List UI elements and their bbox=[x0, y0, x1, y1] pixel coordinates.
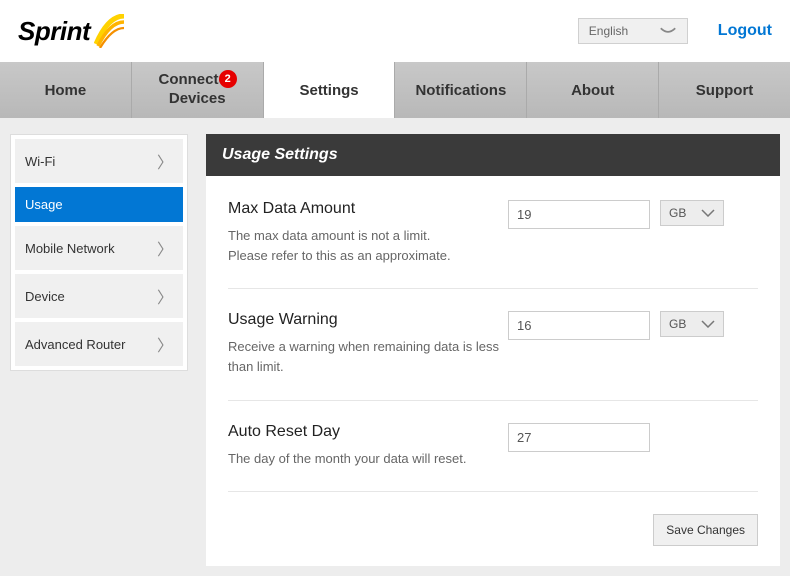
sidebar-item-usage[interactable]: Usage〉 bbox=[15, 187, 183, 222]
content-title: Usage Settings bbox=[206, 134, 780, 176]
sprint-swoosh-icon bbox=[94, 14, 126, 48]
chevron-down-icon bbox=[701, 209, 715, 217]
usage-warning-unit-select[interactable]: GB bbox=[660, 311, 724, 337]
sidebar-item-mobile-network[interactable]: Mobile Network〉 bbox=[15, 226, 183, 270]
nav-notifications[interactable]: Notifications bbox=[395, 62, 527, 118]
nav-connected-devices[interactable]: ConnectedDevices 2 bbox=[132, 62, 264, 118]
max-data-unit-select[interactable]: GB bbox=[660, 200, 724, 226]
auto-reset-desc: The day of the month your data will rese… bbox=[228, 449, 508, 469]
content-panel: Usage Settings Max Data Amount The max d… bbox=[206, 134, 780, 566]
main-area: Wi-Fi〉 Usage〉 Mobile Network〉 Device〉 Ad… bbox=[0, 118, 790, 576]
logout-link[interactable]: Logout bbox=[718, 22, 772, 40]
save-button[interactable]: Save Changes bbox=[653, 514, 758, 546]
usage-warning-label: Usage Warning bbox=[228, 311, 508, 329]
language-select[interactable]: English bbox=[578, 18, 688, 44]
sidebar-item-advanced-router[interactable]: Advanced Router〉 bbox=[15, 322, 183, 366]
top-bar: Sprint English Logout bbox=[0, 0, 790, 62]
max-data-label: Max Data Amount bbox=[228, 200, 508, 218]
usage-warning-input[interactable] bbox=[508, 311, 650, 340]
nav-settings[interactable]: Settings bbox=[264, 62, 396, 118]
row-auto-reset: Auto Reset Day The day of the month your… bbox=[228, 423, 758, 492]
row-usage-warning: Usage Warning Receive a warning when rem… bbox=[228, 311, 758, 400]
row-max-data: Max Data Amount The max data amount is n… bbox=[228, 200, 758, 289]
chevron-down-icon bbox=[701, 320, 715, 328]
nav-support[interactable]: Support bbox=[659, 62, 790, 118]
brand-logo: Sprint bbox=[18, 14, 126, 48]
max-data-desc: The max data amount is not a limit. Plea… bbox=[228, 226, 508, 266]
top-bar-right: English Logout bbox=[578, 18, 772, 44]
content-footer: Save Changes bbox=[228, 514, 758, 552]
main-nav: Home ConnectedDevices 2 Settings Notific… bbox=[0, 62, 790, 118]
chevron-down-icon bbox=[659, 26, 677, 36]
chevron-right-icon: 〉 bbox=[157, 149, 173, 173]
auto-reset-label: Auto Reset Day bbox=[228, 423, 508, 441]
chevron-right-icon: 〉 bbox=[157, 236, 173, 260]
content-body: Max Data Amount The max data amount is n… bbox=[206, 176, 780, 566]
chevron-right-icon: 〉 bbox=[157, 332, 173, 356]
sidebar-item-device[interactable]: Device〉 bbox=[15, 274, 183, 318]
brand-name: Sprint bbox=[18, 16, 90, 47]
nav-home[interactable]: Home bbox=[0, 62, 132, 118]
auto-reset-input[interactable] bbox=[508, 423, 650, 452]
devices-badge: 2 bbox=[219, 70, 237, 88]
sidebar-item-wifi[interactable]: Wi-Fi〉 bbox=[15, 139, 183, 183]
language-label: English bbox=[589, 24, 628, 38]
chevron-right-icon: 〉 bbox=[157, 284, 173, 308]
settings-sidebar: Wi-Fi〉 Usage〉 Mobile Network〉 Device〉 Ad… bbox=[10, 134, 188, 371]
usage-warning-desc: Receive a warning when remaining data is… bbox=[228, 337, 508, 377]
nav-about[interactable]: About bbox=[527, 62, 659, 118]
max-data-input[interactable] bbox=[508, 200, 650, 229]
